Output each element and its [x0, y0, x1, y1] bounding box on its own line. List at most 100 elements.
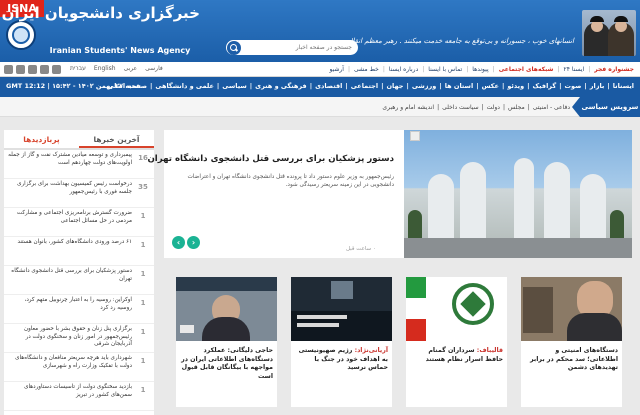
tab-latest-news[interactable]: آخرین خبرها [79, 130, 154, 148]
cat-politics[interactable]: سیاسی [222, 82, 246, 90]
social-icon-3[interactable] [28, 65, 37, 74]
nav-isna24[interactable]: ایسنا ۲۴ [563, 66, 584, 73]
list-item-text[interactable]: بازدید سخنگوی دولت از تاسیسات دستاوردهای… [8, 384, 132, 399]
nav-policy[interactable]: خط مشی [354, 66, 379, 73]
cat-world[interactable]: جهان [386, 82, 403, 90]
tab-most-viewed[interactable]: پربازدیدها [4, 130, 79, 148]
news-card-image[interactable] [291, 277, 392, 341]
list-item-text[interactable]: درخواست رئیس کمیسیون بهداشت برای برگزاری… [8, 181, 132, 196]
category-bar: GMT 12:12 | شنبه ۲۷ بهمن ۱۴۰۲ - ۱۵:۴۲ صف… [0, 77, 640, 97]
list-item[interactable]: 1 ۶۱ درصد ورودی دانشگاه‌های کشور، بانوان … [4, 237, 154, 266]
news-card-title[interactable]: قالیباف: سرداران گمنام حافظ اسرار نظام ه… [406, 341, 507, 364]
news-card-title[interactable]: آریانی‌نژاد: رژیم صهیونیستی به اهداف خود… [291, 341, 392, 373]
lang-hebrew[interactable]: עברית [70, 65, 86, 72]
list-item[interactable]: 1 بازدید سخنگوی دولت از تاسیسات دستاوردها… [4, 382, 154, 411]
search-icon[interactable] [227, 40, 241, 55]
cat-sport[interactable]: ورزشی [412, 82, 437, 90]
list-item[interactable]: 1 برگزاری پنل زنان و حقوق بشر با حضور معا… [4, 324, 154, 353]
cat-home[interactable]: صفحه اصلی [107, 82, 147, 90]
nav-about[interactable]: درباره ایسنا [389, 66, 418, 73]
list-item-badge: 1 [140, 212, 146, 220]
nav-social[interactable]: شبکه‌های اجتماعی [499, 66, 554, 73]
cat-video[interactable]: ویدئو [507, 82, 524, 90]
news-cards: حاجی دلیگانی: عملکرد دستگاه‌های اطلاعاتی… [176, 277, 632, 407]
logo-emblem-icon[interactable] [6, 20, 36, 50]
news-card[interactable]: دستگاه‌های امنیتی و اطلاعاتی؛ سد محکم در… [521, 277, 622, 407]
list-item-badge: 1 [140, 386, 146, 394]
social-links [4, 65, 61, 74]
list-item[interactable]: 1 ضرورت گسترش برنامه‌ریزی اجتماعی و مشارک… [4, 208, 154, 237]
list-item-badge: 1 [140, 270, 146, 278]
cat-market[interactable]: بازار [590, 82, 605, 90]
chevron-left-icon[interactable]: ‹ [172, 236, 185, 249]
news-card[interactable]: آریانی‌نژاد: رژیم صهیونیستی به اهداف خود… [291, 277, 392, 407]
social-icon-4[interactable] [40, 65, 49, 74]
news-card-title[interactable]: حاجی دلیگانی: عملکرد دستگاه‌های اطلاعاتی… [176, 341, 277, 382]
top-nav: עברית English عربی فارسی آرشیو | خط مشی | … [0, 62, 640, 77]
list-item-text[interactable]: ۶۱ درصد ورودی دانشگاه‌های کشور، بانوان ه… [8, 239, 132, 247]
list-item[interactable]: 35 درخواست رئیس کمیسیون بهداشت برای برگزا… [4, 179, 154, 208]
social-icon-5[interactable] [52, 65, 61, 74]
nav-archive[interactable]: آرشیو [329, 66, 344, 73]
subnav-imam-leader[interactable]: اندیشه امام و رهبری [382, 104, 434, 111]
list-item[interactable]: 1 اوکراین: روسیه را به اعتبار چرنوبیل مته… [4, 295, 154, 324]
subnav-domestic[interactable]: سیاست داخلی [442, 104, 479, 111]
list-item-text[interactable]: برگزاری پنل زنان و حقوق بشر با حضور معاو… [8, 326, 132, 349]
cat-economy[interactable]: اقتصادی [315, 82, 342, 90]
list-item[interactable]: 16 پیمبرداری و توسعه میادین مشترک نفت و گ… [4, 150, 154, 179]
subnav-defense[interactable]: دفاعی - امنیتی [533, 104, 570, 111]
agency-name-fa[interactable]: خبرگزاری دانشجویان ایران ، ایسنا [0, 4, 201, 22]
lang-english[interactable]: English [94, 65, 116, 72]
cat-isnana[interactable]: ایسنانا [613, 82, 634, 90]
list-item[interactable]: 1 دستور پزشکیان برای بررسی قتل دانشجوی دا… [4, 266, 154, 295]
nav-contact[interactable]: تماس با ایسنا [428, 66, 462, 73]
cat-culture[interactable]: فرهنگی و هنری [255, 82, 307, 90]
list-item-badge: 1 [140, 357, 146, 365]
lang-arabic[interactable]: عربی [124, 65, 138, 72]
news-card[interactable]: حاجی دلیگانی: عملکرد دستگاه‌های اطلاعاتی… [176, 277, 277, 407]
leaders-portrait-image [582, 10, 636, 56]
cat-graphic[interactable]: گرافیک [533, 82, 557, 90]
cat-audio[interactable]: صوت [565, 82, 582, 90]
site-header: ISNA خبرگزاری دانشجویان ایران ، ایسنا Ir… [0, 0, 640, 62]
list-item-text[interactable]: اوکراین: روسیه را به اعتبار چرنوبیل متهم… [8, 297, 132, 312]
agency-name-en[interactable]: Iranian Students' News Agency [40, 46, 200, 55]
list-item-badge: 1 [140, 241, 146, 249]
list-item-text[interactable]: ضرورت گسترش برنامه‌ریزی اجتماعی و مشارکت… [8, 210, 132, 225]
nav-links-page[interactable]: پیوندها [472, 66, 488, 73]
chevron-right-icon[interactable]: › [187, 236, 200, 249]
news-card[interactable]: قالیباف: سرداران گمنام حافظ اسرار نظام ه… [406, 277, 507, 407]
social-icon-1[interactable] [4, 65, 13, 74]
cat-photo[interactable]: عکس [482, 82, 499, 90]
featured-title[interactable]: دستور پزشکیان برای بررسی قتل دانشجوی دان… [147, 154, 394, 164]
search-box[interactable] [226, 40, 358, 55]
cat-science[interactable]: علمی و دانشگاهی [155, 82, 214, 90]
service-bar: سرویس سیاسی اندیشه امام و رهبری | سیاست د… [0, 97, 640, 117]
list-item[interactable]: 1 شهرداری باید هرچه سریعتر منافعان و دانش… [4, 353, 154, 382]
subnav-government[interactable]: دولت [487, 104, 500, 111]
cat-provinces[interactable]: استان ها [445, 82, 473, 90]
news-card-title[interactable]: دستگاه‌های امنیتی و اطلاعاتی؛ سد محکم در… [521, 341, 622, 373]
list-item-text[interactable]: پیمبرداری و توسعه میادین مشترک نفت و گاز… [8, 152, 132, 167]
list-item-text[interactable]: دستور پزشکیان برای بررسی قتل دانشجوی دان… [8, 268, 132, 283]
featured-story: دستور پزشکیان برای بررسی قتل دانشجوی دان… [147, 130, 632, 258]
service-title[interactable]: سرویس سیاسی [572, 97, 640, 117]
list-item-text[interactable]: شهرداری باید هرچه سریعتر منافعان و دانشگ… [8, 355, 132, 370]
nav-links: آرشیو | خط مشی | درباره ایسنا | تماس با ایس… [329, 66, 634, 73]
subnav-parliament[interactable]: مجلس [508, 104, 525, 111]
social-icon-2[interactable] [16, 65, 25, 74]
list-item-badge: 1 [140, 299, 146, 307]
news-card-image[interactable] [406, 277, 507, 341]
slider-controls: ‹ › [172, 236, 200, 249]
search-input[interactable] [241, 44, 358, 51]
featured-image[interactable] [404, 130, 632, 258]
news-card-image[interactable] [176, 277, 277, 341]
featured-summary: رئیس‌جمهور به وزیر علوم دستور داد تا پرو… [187, 174, 394, 188]
nav-fajr-festival[interactable]: جشنواره فجر [594, 66, 634, 73]
category-links: صفحه اصلی | علمی و دانشگاهی | سیاسی | فرهنگ… [107, 82, 634, 90]
news-card-image[interactable] [521, 277, 622, 341]
document-icon [410, 131, 420, 141]
language-switcher: עברית English عربی فارسی [70, 65, 163, 72]
cat-society[interactable]: اجتماعی [351, 82, 378, 90]
lang-farsi[interactable]: فارسی [145, 65, 163, 72]
